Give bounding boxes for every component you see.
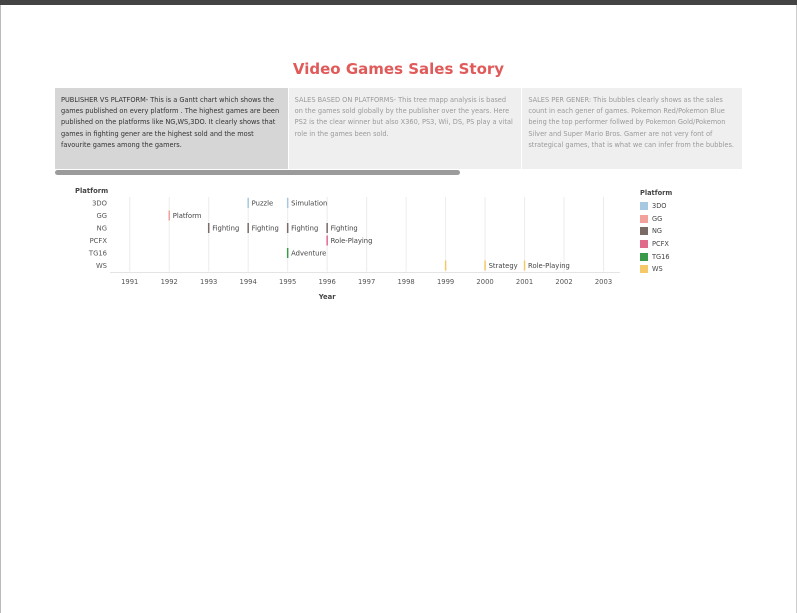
gantt-bar	[444, 260, 447, 271]
legend-item[interactable]: PCFX	[640, 238, 672, 251]
story-point-sales-by-platform[interactable]: SALES BASED ON PLATFORMS- This tree mapp…	[288, 88, 522, 169]
legend-label: TG16	[652, 252, 670, 261]
x-axis-title: Year	[318, 293, 336, 301]
legend-item[interactable]: NG	[640, 225, 672, 238]
legend-label: GG	[652, 214, 663, 223]
legend-swatch	[640, 202, 648, 211]
gantt-bar	[286, 248, 289, 258]
gantt-bar	[326, 223, 328, 233]
x-tick-label: 1996	[318, 278, 335, 286]
gantt-bar-label: Fighting	[212, 225, 239, 233]
legend-label: WS	[652, 265, 663, 274]
story-navigator: PUBLISHER VS PLATFORM- This is a Gantt c…	[55, 88, 742, 169]
gantt-bar-label: Simulation	[291, 200, 327, 208]
story-scrollbar[interactable]	[55, 170, 742, 176]
gantt-bar-label: Puzzle	[252, 200, 274, 208]
gantt-bar	[247, 198, 249, 208]
story-scrollbar-thumb[interactable]	[55, 170, 460, 175]
gantt-bar-label: Role-Playing	[331, 237, 373, 245]
story-point-text: SALES PER GENER: This bubbles clearly sh…	[528, 96, 735, 149]
story-title: Video Games Sales Story	[292, 60, 505, 78]
legend-swatch	[640, 240, 648, 249]
gantt-bar-label: Strategy	[489, 262, 518, 270]
x-tick-label: 1993	[200, 278, 217, 286]
x-tick-label: 2002	[555, 278, 572, 286]
gantt-bar-label: Fighting	[291, 225, 318, 233]
gantt-bar-label: Role-Playing	[528, 262, 570, 270]
y-tick-label: TG16	[88, 250, 107, 258]
gantt-bar-label: Fighting	[252, 225, 279, 233]
y-tick-label: WS	[96, 262, 107, 270]
gantt-chart: Platform 1991 1992 1993 1994 1995 1996 1997 1998…	[75, 187, 620, 301]
page-left-border	[0, 5, 1, 613]
gantt-bar	[168, 210, 170, 221]
legend-item[interactable]: WS	[640, 263, 672, 276]
x-tick-label: 1995	[279, 278, 296, 286]
x-tick-label: 1997	[358, 278, 375, 286]
legend-swatch	[640, 265, 648, 274]
legend-label: 3DO	[652, 202, 667, 211]
x-tick-label: 1991	[121, 278, 138, 286]
legend-item[interactable]: 3DO	[640, 200, 672, 213]
legend-item[interactable]: GG	[640, 213, 672, 226]
gantt-bar	[523, 260, 526, 271]
legend-swatch	[640, 252, 648, 261]
gantt-bar	[484, 260, 486, 271]
x-tick-label: 2000	[476, 278, 493, 286]
gantt-bar-label: Adventure	[291, 250, 326, 258]
x-tick-label: 2003	[595, 278, 612, 286]
legend-swatch	[640, 214, 648, 223]
gantt-bar	[326, 235, 328, 246]
y-tick-label: PCFX	[90, 237, 108, 245]
x-tick-label: 1999	[437, 278, 454, 286]
story-point-sales-per-genre[interactable]: SALES PER GENER: This bubbles clearly sh…	[522, 88, 742, 169]
platform-legend: Platform 3DO GG NG PCFX TG16 WS	[640, 189, 672, 276]
legend-swatch	[640, 227, 648, 236]
x-tick-label: 1992	[161, 278, 178, 286]
x-tick-label: 1998	[397, 278, 414, 286]
legend-item[interactable]: TG16	[640, 250, 672, 263]
gantt-bar	[286, 223, 289, 233]
gantt-bar	[207, 223, 210, 233]
story-point-publisher-vs-platform[interactable]: PUBLISHER VS PLATFORM- This is a Gantt c…	[55, 88, 288, 169]
legend-label: NG	[652, 227, 663, 236]
x-tick-label: 2001	[516, 278, 533, 286]
story-point-text: SALES BASED ON PLATFORMS- This tree mapp…	[294, 96, 513, 138]
gantt-bar	[286, 198, 289, 208]
story-point-text: PUBLISHER VS PLATFORM- This is a Gantt c…	[61, 96, 280, 149]
gantt-bar-label: Fighting	[331, 225, 358, 233]
legend-label: PCFX	[652, 240, 669, 249]
legend-title: Platform	[640, 189, 673, 197]
window-top-bar	[0, 0, 797, 5]
gantt-bar	[247, 223, 249, 233]
y-tick-label: 3DO	[92, 200, 107, 208]
y-tick-label: NG	[97, 225, 107, 233]
y-tick-label: GG	[96, 212, 107, 220]
y-axis-title: Platform	[75, 187, 108, 195]
gantt-bar-label: Platform	[173, 212, 202, 220]
x-tick-label: 1994	[240, 278, 257, 286]
